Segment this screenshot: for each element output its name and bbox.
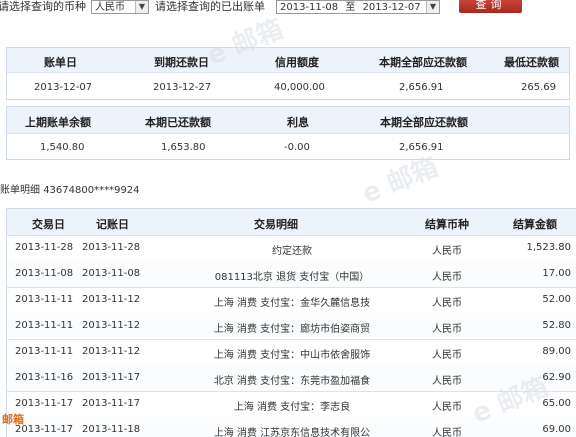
account-label: 账单明细: [0, 185, 40, 196]
table-row: 2013-11-28 2013-11-28 约定还款 人民币 1,523.80: [7, 235, 576, 262]
value-minimum-due: 265.69: [521, 82, 556, 93]
cell-post-date: 2013-11-12: [82, 320, 141, 331]
table-row: 2013-11-11 2013-11-12 上海 消费 支付宝：金华久麓信息技 人民币…: [7, 287, 576, 314]
value-interest: -0.00: [284, 142, 310, 153]
cell-trade-date: 2013-11-08: [15, 268, 74, 279]
chevron-down-icon[interactable]: ▼: [426, 1, 439, 13]
cell-currency: 人民币: [432, 376, 462, 387]
cell-post-date: 2013-11-28: [82, 242, 141, 253]
cell-trade-date: 2013-11-17: [15, 398, 74, 409]
cell-post-date: 2013-11-18: [82, 424, 141, 435]
header-paid-amount: 本期已还款额: [145, 116, 211, 129]
cell-amount: 1,523.80: [526, 242, 571, 253]
cell-description: 上海 消费 支付宝：中山市依舍服饰: [213, 350, 371, 361]
account-number: 43674800****9924: [43, 185, 140, 196]
cell-amount: 17.00: [542, 268, 571, 279]
header-total-due: 本期全部应还款额: [379, 56, 467, 69]
currency-label: 请选择查询的币种: [0, 0, 86, 13]
cell-description: 上海 消费 支付宝：廊坊市伯姿商贸: [213, 324, 371, 335]
header-minimum-due: 最低还款额: [504, 56, 559, 69]
account-info: 账单明细 43674800****9924: [0, 181, 140, 196]
table-row: 2013-11-11 2013-11-12 上海 消费 支付宝：廊坊市伯姿商贸 人民币…: [7, 313, 576, 340]
header-previous-balance: 上期账单余额: [25, 116, 91, 129]
summary-2-values: 1,540.80 1,653.80 -0.00 2,656.91: [7, 133, 569, 161]
header-credit-limit: 信用额度: [275, 56, 319, 69]
cell-currency: 人民币: [432, 298, 462, 309]
cell-currency: 人民币: [432, 428, 462, 437]
summary-1-values: 2013-12-07 2013-12-27 40,000.00 2,656.91…: [7, 72, 569, 101]
cell-trade-date: 2013-11-11: [15, 346, 74, 357]
header-interest: 利息: [287, 116, 309, 129]
header-amount: 结算金额: [513, 218, 557, 231]
value-previous-balance: 1,540.80: [40, 142, 85, 153]
cell-description: 上海 消费 江苏京东信息技术有限公: [213, 428, 371, 437]
cell-description: 北京 消费 支付宝：东莞市盈加福食: [213, 376, 371, 387]
header-total-due-2: 本期全部应还款额: [380, 116, 468, 129]
cell-currency: 人民币: [432, 350, 462, 361]
cell-trade-date: 2013-11-11: [15, 294, 74, 305]
transactions-header: 交易日 记账日 交易明细 结算币种 结算金额: [7, 209, 576, 236]
cell-post-date: 2013-11-12: [82, 294, 141, 305]
value-credit-limit: 40,000.00: [274, 82, 325, 93]
header-trade-date: 交易日: [32, 218, 65, 231]
cell-trade-date: 2013-11-28: [15, 242, 74, 253]
chevron-down-icon[interactable]: ▼: [135, 1, 148, 13]
value-due-date: 2013-12-27: [153, 82, 212, 93]
cell-description: 约定还款: [272, 246, 312, 257]
cell-amount: 52.00: [542, 294, 571, 305]
cell-description: 081113北京 退货 支付宝（中国）: [214, 272, 370, 283]
cell-currency: 人民币: [432, 272, 462, 283]
cell-trade-date: 2013-11-11: [15, 320, 74, 331]
filter-bar: 请选择查询的币种 人民币 ▼ 请选择查询的已出账单 2013-11-08 至 2…: [0, 0, 576, 16]
value-paid-amount: 1,653.80: [161, 142, 206, 153]
cell-currency: 人民币: [432, 246, 462, 257]
cell-currency: 人民币: [432, 402, 462, 413]
table-row: 2013-11-11 2013-11-12 上海 消费 支付宝：中山市依舍服饰 人民币…: [7, 339, 576, 366]
cell-amount: 62.90: [542, 372, 571, 383]
cell-description: 上海 消费 支付宝：李志良: [233, 402, 351, 413]
query-button[interactable]: 查询: [459, 0, 522, 13]
header-currency: 结算币种: [425, 218, 469, 231]
cell-amount: 52.80: [542, 320, 571, 331]
cell-post-date: 2013-11-17: [82, 398, 141, 409]
header-post-date: 记账日: [96, 218, 129, 231]
summary-1-header: 账单日 到期还款日 信用额度 本期全部应还款额 最低还款额: [7, 48, 569, 72]
cell-post-date: 2013-11-17: [82, 372, 141, 383]
header-description: 交易明细: [254, 218, 298, 231]
value-statement-date: 2013-12-07: [34, 82, 93, 93]
cell-amount: 89.00: [542, 346, 571, 357]
cell-description: 上海 消费 支付宝：金华久麓信息技: [213, 298, 371, 309]
cell-post-date: 2013-11-12: [82, 346, 141, 357]
mail-badge: 邮箱: [2, 413, 24, 426]
summary-2-header: 上期账单余额 本期已还款额 利息 本期全部应还款额: [7, 107, 569, 133]
summary-box-1: 账单日 到期还款日 信用额度 本期全部应还款额 最低还款额 2013-12-07…: [6, 47, 570, 100]
header-due-date: 到期还款日: [154, 56, 209, 69]
currency-select[interactable]: 人民币 ▼: [91, 0, 149, 14]
summary-box-2: 上期账单余额 本期已还款额 利息 本期全部应还款额 1,540.80 1,653…: [6, 106, 570, 160]
header-statement-date: 账单日: [44, 56, 77, 69]
cell-amount: 69.00: [542, 424, 571, 435]
period-label: 请选择查询的已出账单: [155, 0, 265, 13]
value-total-due: 2,656.91: [399, 82, 444, 93]
cell-post-date: 2013-11-08: [82, 268, 141, 279]
cell-currency: 人民币: [432, 324, 462, 335]
table-row: 2013-11-08 2013-11-08 081113北京 退货 支付宝（中国） 人…: [7, 261, 576, 288]
cell-trade-date: 2013-11-16: [15, 372, 74, 383]
period-select[interactable]: 2013-11-08 至 2013-12-07 ▼: [276, 0, 440, 14]
